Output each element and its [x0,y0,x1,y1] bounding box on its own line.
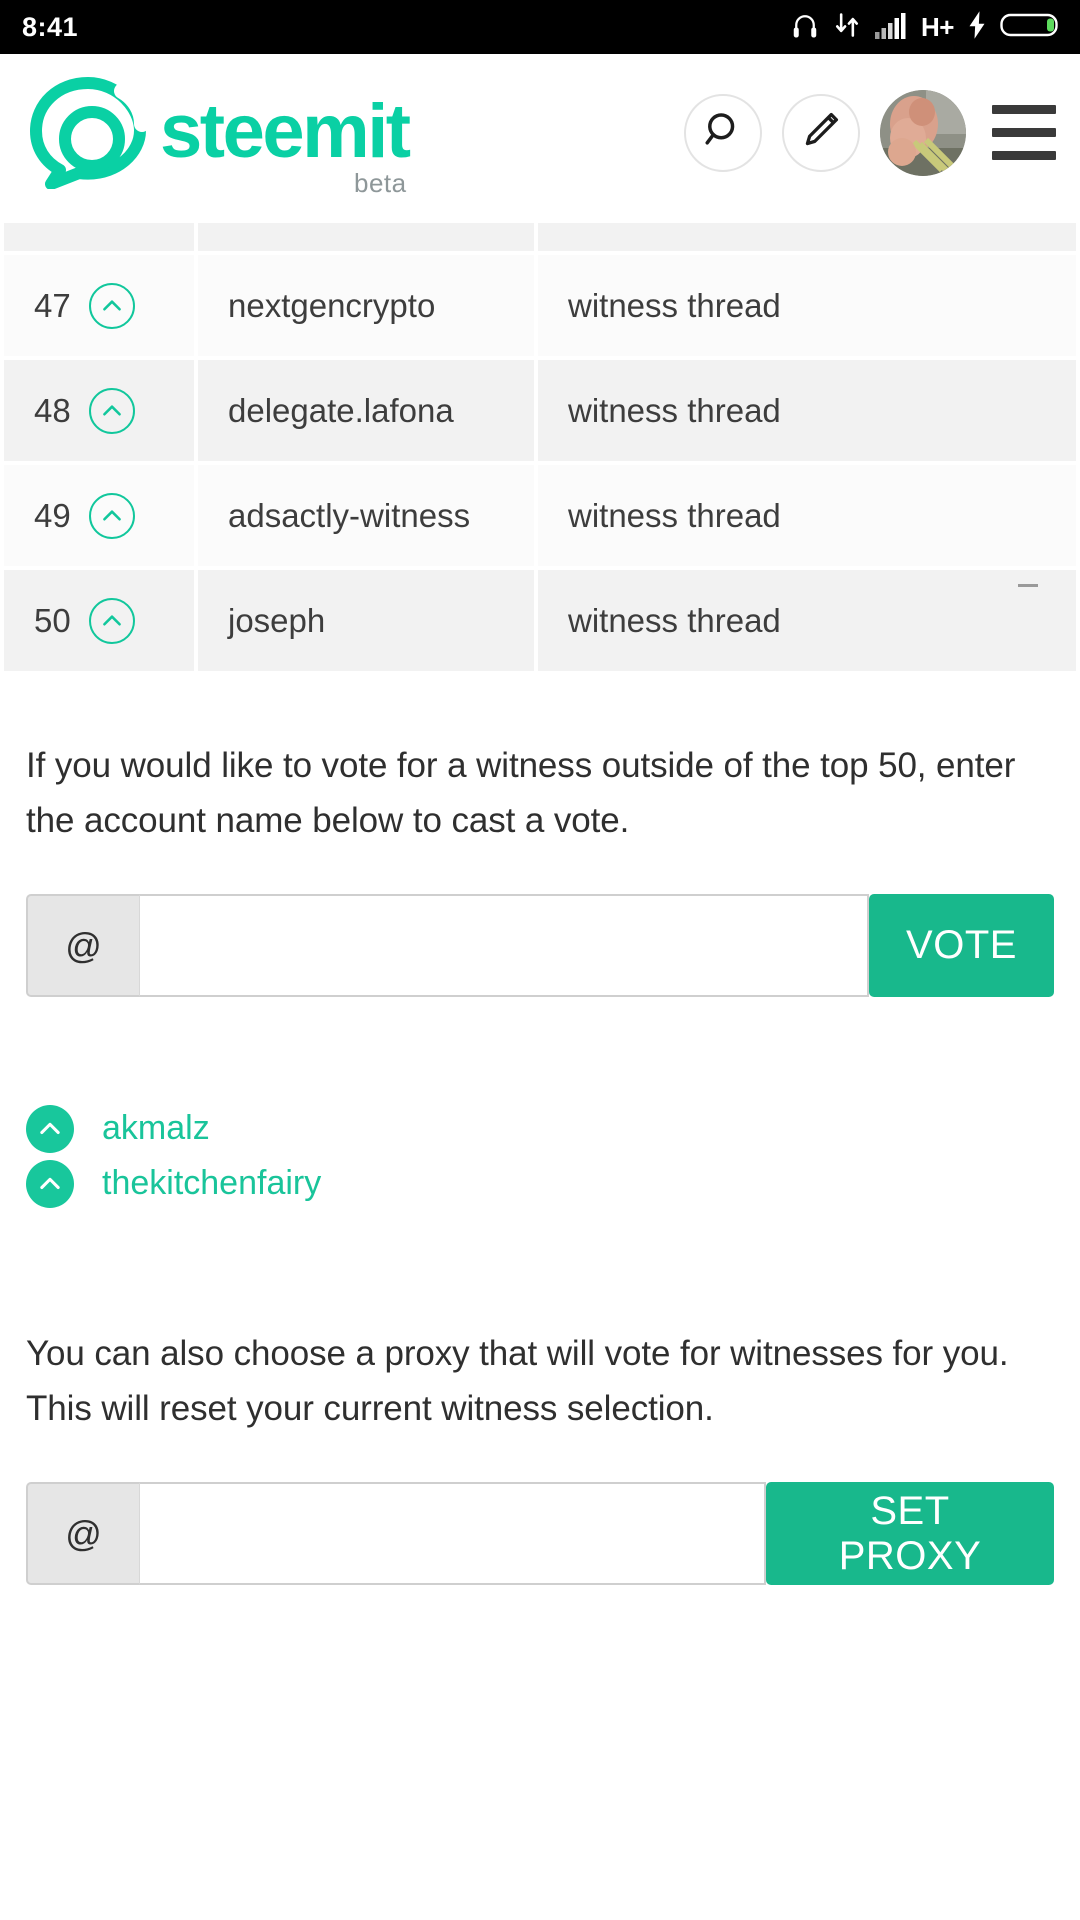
upvote-witness-button[interactable] [88,282,135,329]
proxy-instructions: You can also choose a proxy that will vo… [26,1334,1009,1428]
signal-bars-icon [874,10,908,45]
voted-witness-list: akmalz thekitchenfairy [26,1101,1054,1211]
witness-name-input[interactable] [139,894,869,998]
hamburger-icon-line [992,105,1056,114]
witness-thread-link[interactable]: witness thread [538,465,1076,566]
upvote-filled-icon[interactable] [26,1159,74,1208]
menu-button[interactable] [992,105,1056,160]
witness-account[interactable]: joseph [198,570,534,671]
rank-cell: 48 [4,360,194,461]
list-item[interactable]: akmalz [26,1101,1054,1156]
status-bar: 8:41 H+ [0,0,1080,54]
upvote-filled-icon[interactable] [26,1104,74,1153]
table-row[interactable]: 47 nextgencrypto witness thread [4,255,1076,356]
header-actions [684,89,1058,176]
witness-account[interactable]: delegate.lafona [198,360,534,461]
rank-cell: 49 [4,465,194,566]
witness-account[interactable]: adsactly-witness [198,465,534,566]
hamburger-icon-line [992,128,1056,137]
witness-table: 47 nextgencrypto witness thread 48 deleg… [0,219,1080,675]
set-proxy-button[interactable]: SET PROXY [766,1482,1054,1586]
main-content: If you would like to vote for a witness … [0,739,1080,1586]
brand-logo[interactable]: steemit beta [26,76,411,198]
witness-rank: 49 [34,496,71,534]
steemit-logo-icon [26,76,152,190]
charging-bolt-icon [967,10,987,45]
hamburger-icon-line [992,151,1056,160]
row-marker-dash [1018,584,1038,587]
witness-rank: 50 [34,601,71,639]
at-symbol-prefix: @ [26,1482,139,1586]
witness-rank: 48 [34,391,71,429]
voted-witness-name[interactable]: akmalz [102,1109,210,1148]
vote-form: @ VOTE [26,894,1054,998]
table-row[interactable]: 50 joseph witness thread [4,570,1076,671]
compose-button[interactable] [782,93,860,172]
avatar[interactable] [880,89,966,176]
table-row-partial [4,223,1076,251]
rank-cell: 47 [4,255,194,356]
witness-thread-link[interactable]: witness thread [538,570,1076,671]
table-row[interactable]: 48 delegate.lafona witness thread [4,360,1076,461]
proxy-name-input[interactable] [139,1482,766,1586]
witness-thread-link[interactable]: witness thread [538,360,1076,461]
app-header: steemit beta [0,54,1080,211]
status-time: 8:41 [22,11,79,42]
vote-instructions: If you would like to vote for a witness … [26,746,1016,840]
vote-button[interactable]: VOTE [869,894,1054,998]
network-type-label: H+ [921,12,954,42]
upvote-witness-button[interactable] [88,492,135,539]
list-item[interactable]: thekitchenfairy [26,1156,1054,1211]
data-transfer-icon [833,10,861,45]
headphones-icon [790,10,820,45]
rank-cell: 50 [4,570,194,671]
brand-name: steemit [160,89,411,175]
status-icon-tray: H+ [790,10,1062,45]
upvote-witness-button[interactable] [88,597,135,644]
battery-icon [1000,10,1062,45]
at-symbol-prefix: @ [26,894,139,998]
brand-beta-label: beta [354,168,407,199]
upvote-witness-button[interactable] [88,387,135,434]
proxy-form: @ SET PROXY [26,1482,1054,1586]
search-button[interactable] [684,93,762,172]
voted-witness-name[interactable]: thekitchenfairy [102,1164,321,1203]
table-row[interactable]: 49 adsactly-witness witness thread [4,465,1076,566]
witness-rank: 47 [34,286,71,324]
pencil-icon [799,108,843,157]
witness-account[interactable]: nextgencrypto [198,255,534,356]
search-icon [701,108,745,157]
witness-thread-link[interactable]: witness thread [538,255,1076,356]
